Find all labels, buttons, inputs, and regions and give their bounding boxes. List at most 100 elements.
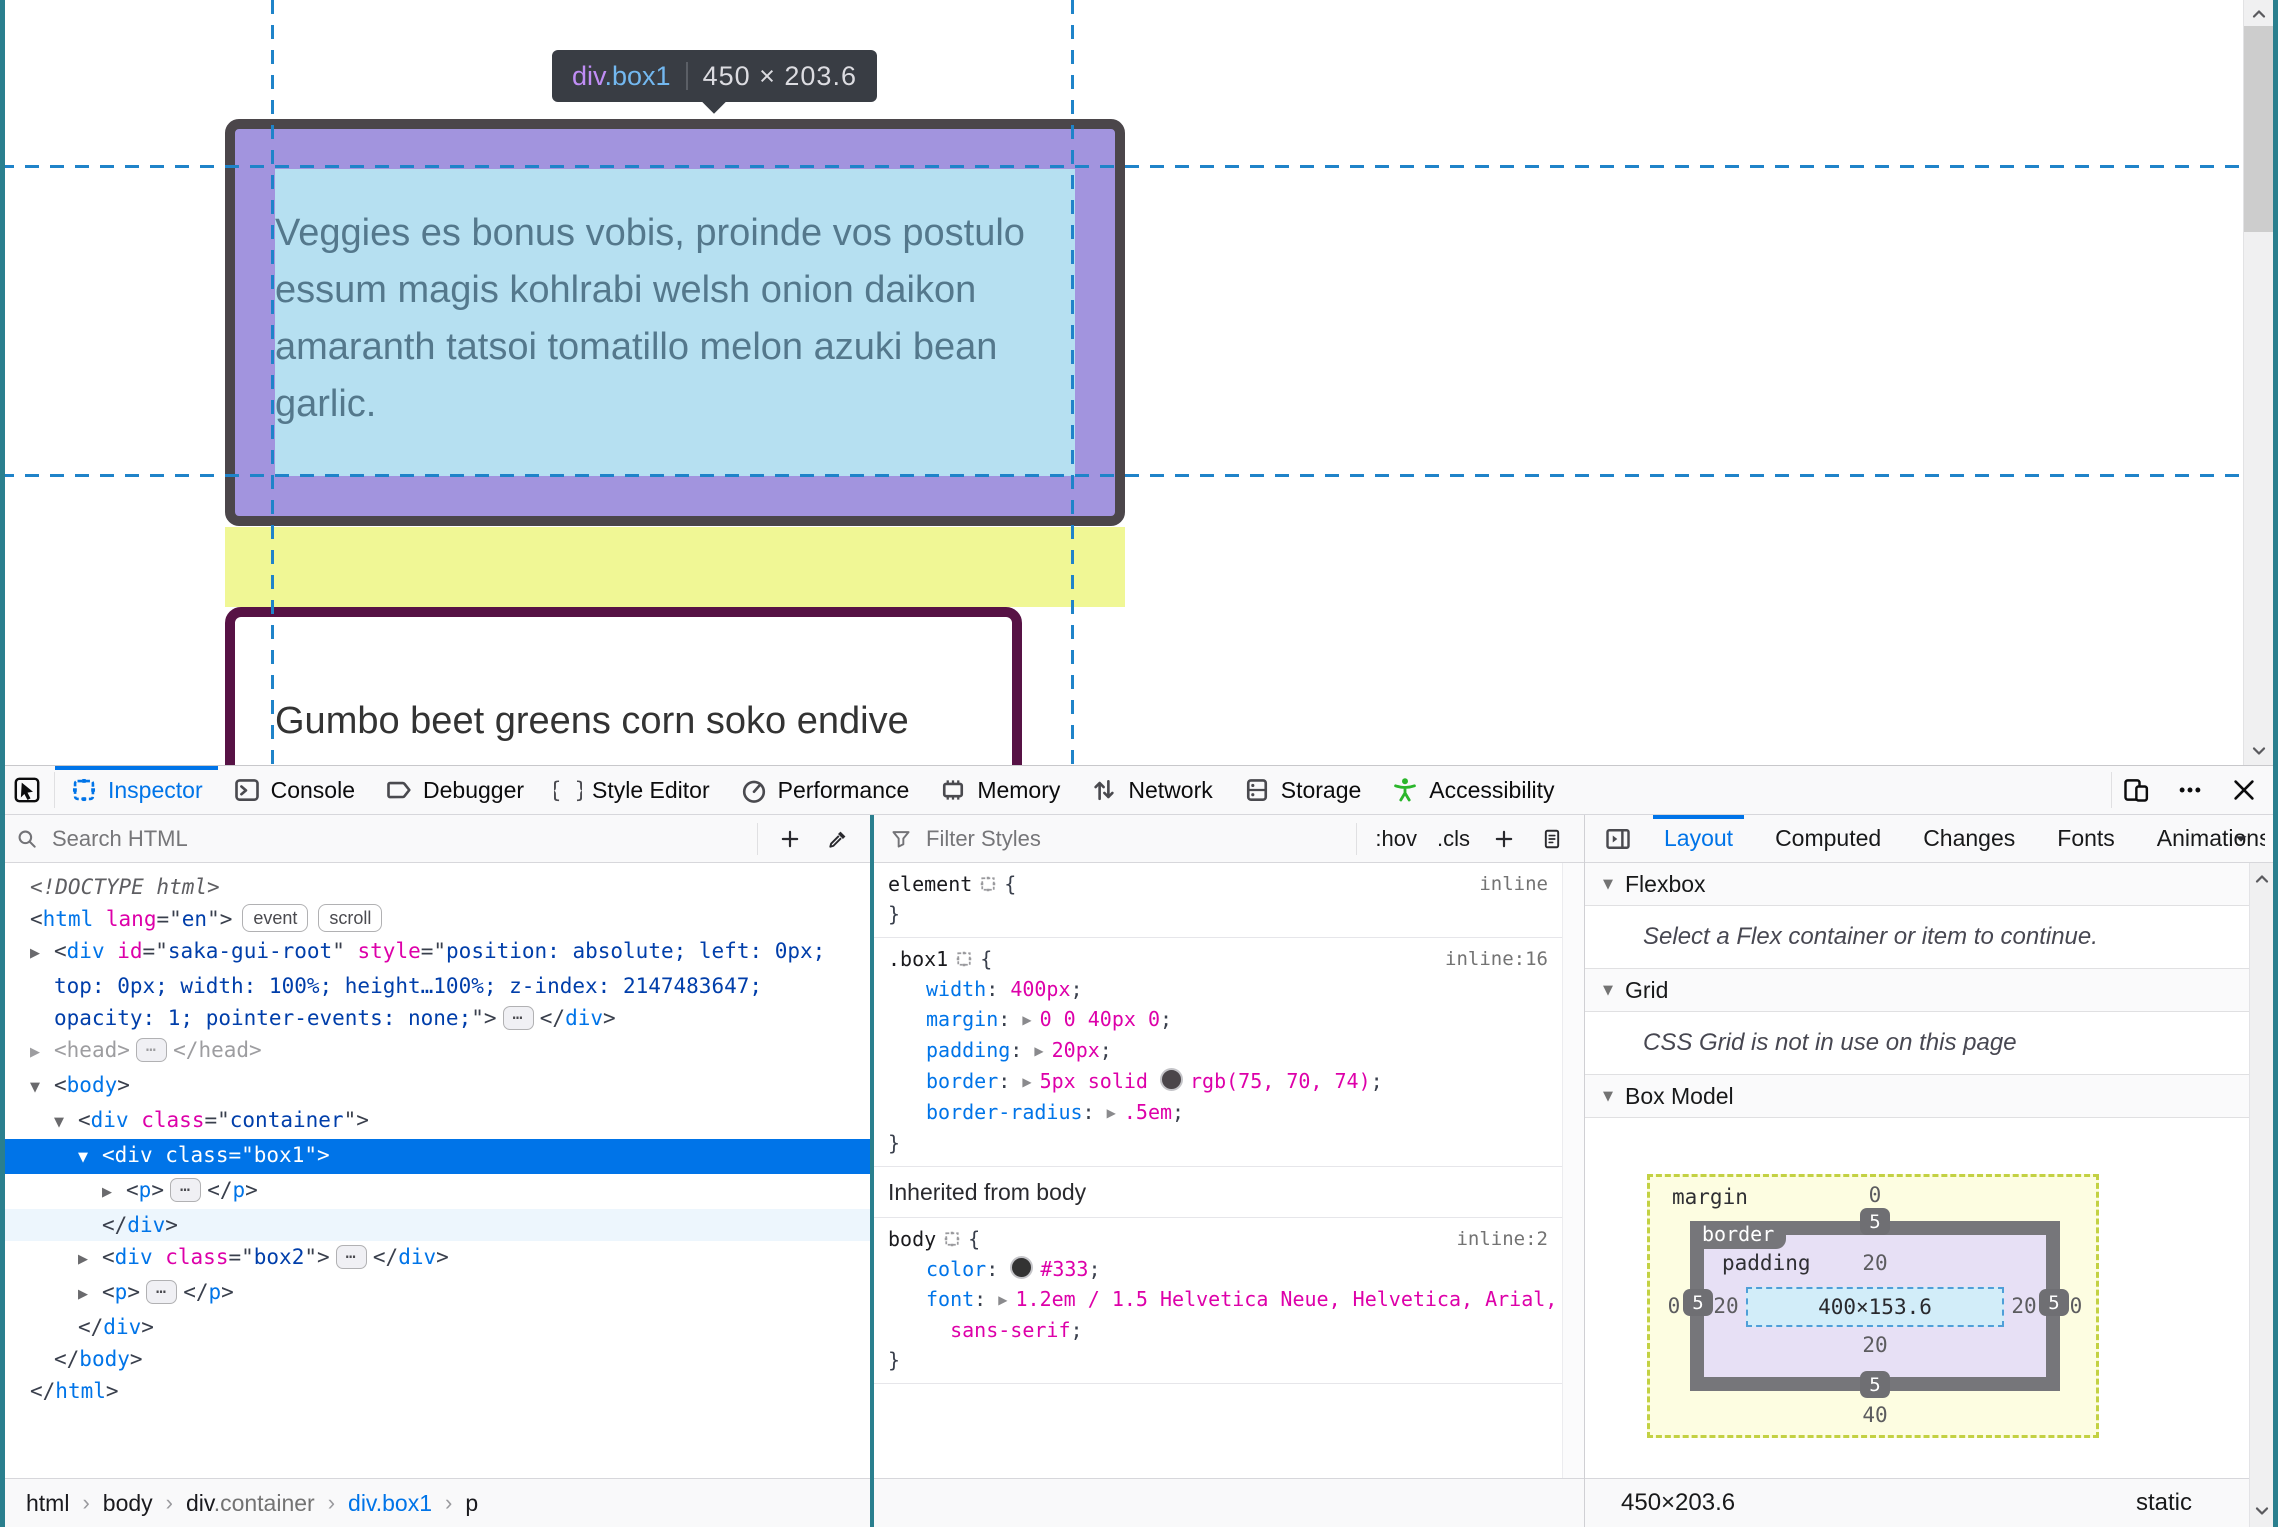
toolbox-tab-console[interactable]: Console: [218, 766, 370, 814]
print-media-simulation-button[interactable]: [1530, 819, 1574, 859]
twisty-open-icon[interactable]: ▼: [54, 1107, 78, 1139]
twisty-closed-icon[interactable]: ▶: [102, 1177, 126, 1209]
toolbox-tab-network[interactable]: Network: [1075, 766, 1227, 814]
expand-sidebar-button[interactable]: [1593, 819, 1643, 859]
add-rule-button[interactable]: [1482, 819, 1526, 859]
breadcrumb-item-div.box1[interactable]: div.box1: [348, 1490, 432, 1517]
rule-selector-line[interactable]: body{inline:2: [874, 1224, 1562, 1254]
eyedropper-button[interactable]: [816, 819, 860, 859]
expand-value-icon[interactable]: ▶: [1034, 1044, 1043, 1058]
stylesheet-source-link[interactable]: inline:16: [1445, 944, 1548, 974]
rule-selector-line[interactable]: element{inline: [874, 869, 1562, 899]
inline-expander-pill[interactable]: ⋯: [145, 1280, 178, 1304]
markup-row[interactable]: ▼ <body>: [0, 1069, 870, 1104]
stylesheet-source-link[interactable]: inline:2: [1456, 1224, 1548, 1254]
filter-styles-input[interactable]: [924, 824, 1357, 853]
twisty-closed-icon[interactable]: ▶: [78, 1244, 102, 1276]
toolbox-tab-debugger[interactable]: Debugger: [370, 766, 539, 814]
breadcrumb-item-div[interactable]: div.container: [186, 1490, 315, 1517]
inline-expander-pill[interactable]: ⋯: [169, 1178, 202, 1202]
toolbox-close-button[interactable]: [2220, 770, 2268, 810]
tab-fonts[interactable]: Fonts: [2036, 815, 2136, 862]
markup-row[interactable]: ▶ <head> ⋯ </head>: [0, 1034, 870, 1069]
markup-row[interactable]: </div>: [0, 1311, 870, 1343]
grid-section-header[interactable]: ▼ Grid: [1585, 969, 2250, 1012]
color-swatch[interactable]: [1010, 1256, 1034, 1279]
toggle-classes-button[interactable]: .cls: [1429, 819, 1478, 859]
breadcrumb-item-html[interactable]: html: [26, 1490, 69, 1517]
twisty-closed-icon[interactable]: ▶: [30, 938, 54, 970]
expand-value-icon[interactable]: ▶: [1022, 1013, 1031, 1027]
inline-expander-pill[interactable]: ⋯: [502, 1006, 534, 1030]
toolbox-tab-inspector[interactable]: Inspector: [55, 766, 218, 814]
toggle-pseudo-classes-button[interactable]: :hov: [1367, 819, 1425, 859]
breadcrumb-item-body[interactable]: body: [103, 1490, 153, 1517]
twisty-open-icon[interactable]: ▼: [78, 1142, 102, 1174]
color-swatch[interactable]: [1160, 1068, 1183, 1091]
border-right-value[interactable]: 5: [2039, 1289, 2069, 1316]
rule-selector-line[interactable]: .box1{inline:16: [874, 944, 1562, 974]
expand-value-icon[interactable]: ▶: [1022, 1075, 1031, 1089]
markup-row[interactable]: <!DOCTYPE html>: [0, 871, 870, 903]
css-declaration[interactable]: padding: ▶ 20px;: [874, 1035, 1562, 1066]
expand-value-icon[interactable]: ▶: [998, 1293, 1007, 1307]
border-top-value[interactable]: 5: [1860, 1208, 1890, 1235]
margin-bottom-value[interactable]: 40: [1845, 1403, 1905, 1427]
scroll-up-icon[interactable]: [2252, 869, 2272, 889]
stylesheet-source-link[interactable]: inline: [1479, 869, 1548, 899]
toolbox-tab-performance[interactable]: Performance: [725, 766, 925, 814]
toolbox-tab-memory[interactable]: Memory: [924, 766, 1075, 814]
twisty-closed-icon[interactable]: ▶: [30, 1037, 54, 1069]
markup-badge-scroll[interactable]: scroll: [318, 904, 383, 932]
css-declaration[interactable]: font: ▶ 1.2em / 1.5 Helvetica Neue, Helve…: [874, 1284, 1562, 1345]
rules-scrollbar[interactable]: [1562, 863, 1584, 1478]
markup-row[interactable]: ▼ <div class="box1">: [0, 1139, 870, 1174]
scroll-up-icon[interactable]: [2249, 4, 2269, 24]
layout-panel-scrollbar[interactable]: [2249, 863, 2273, 1527]
css-declaration[interactable]: border-radius: ▶ .5em;: [874, 1097, 1562, 1128]
tab-changes[interactable]: Changes: [1902, 815, 2036, 862]
scroll-down-icon[interactable]: [2249, 741, 2269, 761]
markup-badge-event[interactable]: event: [242, 904, 309, 932]
page-scrollbar[interactable]: [2243, 0, 2274, 765]
inline-expander-pill[interactable]: ⋯: [335, 1245, 367, 1269]
markup-row[interactable]: ▶ <p> ⋯ </p>: [0, 1276, 870, 1311]
panel-splitter[interactable]: [870, 815, 874, 1527]
breadcrumb-item-p[interactable]: p: [465, 1490, 478, 1517]
markup-row[interactable]: </body>: [0, 1343, 870, 1375]
toolbox-menu-button[interactable]: [2166, 770, 2214, 810]
toolbox-tab-accessibility[interactable]: Accessibility: [1376, 766, 1569, 814]
markup-row[interactable]: ▼ <div class="container">: [0, 1104, 870, 1139]
inline-expander-pill[interactable]: ⋯: [135, 1038, 168, 1062]
tab-layout[interactable]: Layout: [1643, 815, 1754, 862]
box-model-content-box[interactable]: 400×153.6: [1746, 1287, 2004, 1327]
border-bottom-value[interactable]: 5: [1860, 1371, 1890, 1398]
tab-computed[interactable]: Computed: [1754, 815, 1902, 862]
css-declaration[interactable]: color: #333;: [874, 1254, 1562, 1284]
markup-row[interactable]: ▶ <p> ⋯ </p>: [0, 1174, 870, 1209]
twisty-closed-icon[interactable]: ▶: [78, 1279, 102, 1311]
box-model-section-header[interactable]: ▼ Box Model: [1585, 1075, 2250, 1118]
css-declaration[interactable]: margin: ▶ 0 0 40px 0;: [874, 1004, 1562, 1035]
toolbox-responsive-mode-button[interactable]: [2112, 770, 2160, 810]
margin-top-value[interactable]: 0: [1845, 1183, 1905, 1207]
toolbox-tab-style-editor[interactable]: { } Style Editor: [539, 766, 725, 814]
flexbox-section-header[interactable]: ▼ Flexbox: [1585, 863, 2250, 906]
all-tabs-caret-icon[interactable]: [2230, 828, 2252, 850]
add-node-button[interactable]: [768, 819, 812, 859]
markup-row[interactable]: </div>: [0, 1209, 870, 1241]
markup-row[interactable]: </html>: [0, 1375, 870, 1407]
search-html-input[interactable]: [50, 824, 757, 853]
toolbox-tab-storage[interactable]: Storage: [1228, 766, 1377, 814]
pick-element-button[interactable]: [0, 766, 54, 814]
markup-row[interactable]: <html lang="en"> event scroll: [0, 903, 870, 935]
padding-top-value[interactable]: 20: [1845, 1251, 1905, 1275]
twisty-open-icon[interactable]: ▼: [30, 1072, 54, 1104]
scroll-down-icon[interactable]: [2252, 1501, 2272, 1521]
page-scrollbar-thumb[interactable]: [2244, 26, 2274, 232]
border-left-value[interactable]: 5: [1683, 1289, 1713, 1316]
padding-bottom-value[interactable]: 20: [1845, 1333, 1905, 1357]
markup-row[interactable]: ▶ <div id="saka-gui-root" style="position…: [0, 935, 870, 1034]
markup-row[interactable]: ▶ <div class="box2"> ⋯ </div>: [0, 1241, 870, 1276]
expand-value-icon[interactable]: ▶: [1107, 1106, 1116, 1120]
